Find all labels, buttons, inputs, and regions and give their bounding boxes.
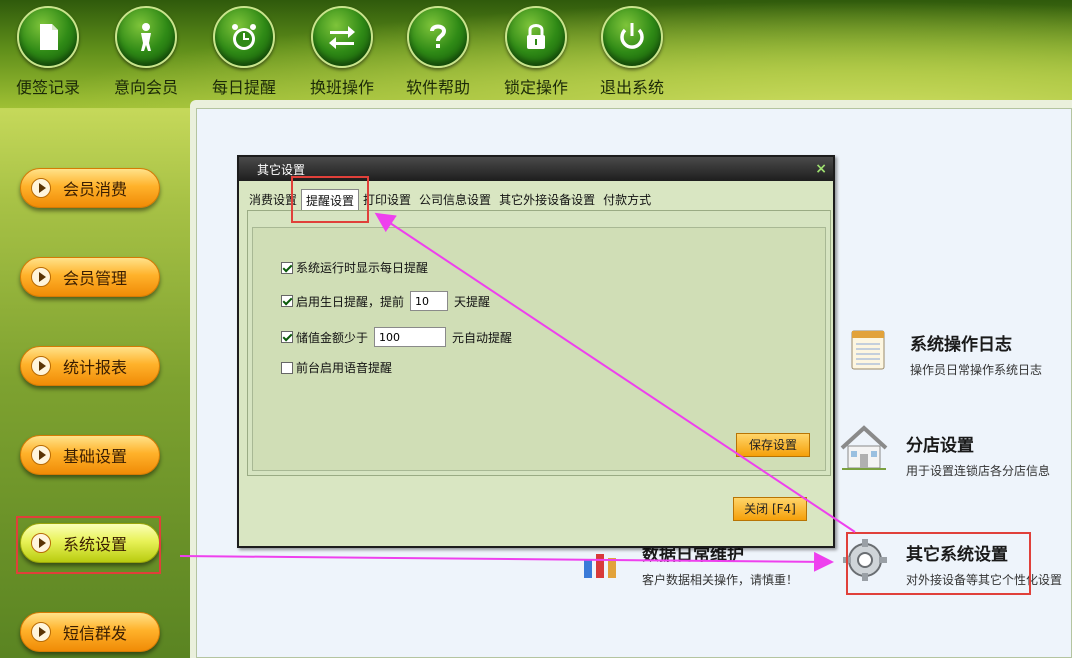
play-icon bbox=[31, 445, 51, 465]
lock-icon bbox=[505, 6, 567, 68]
play-icon bbox=[31, 178, 51, 198]
feature-title: 其它系统设置 bbox=[906, 545, 1008, 565]
notebook-icon bbox=[851, 330, 885, 370]
option-label: 前台启用语音提醒 bbox=[296, 361, 393, 375]
option-suffix: 元自动提醒 bbox=[452, 330, 513, 345]
option-label: 启用生日提醒，提前 bbox=[296, 294, 405, 309]
option-birthday-reminder[interactable]: 启用生日提醒，提前 天提醒 bbox=[281, 291, 490, 311]
toolbar-button-daily-reminder[interactable]: 每日提醒 bbox=[202, 6, 286, 98]
feature-branch-text[interactable]: 分店设置 用于设置连锁店各分店信息 bbox=[906, 431, 1050, 479]
play-icon bbox=[31, 622, 51, 642]
sidebar-item-sms-broadcast[interactable]: 短信群发 bbox=[20, 612, 160, 652]
checkbox[interactable] bbox=[281, 331, 293, 343]
feature-branch[interactable] bbox=[838, 424, 890, 476]
sidebar-item-member-management[interactable]: 会员管理 bbox=[20, 257, 160, 297]
tab-print[interactable]: 打印设置 bbox=[359, 189, 415, 211]
toolbar-button-exit[interactable]: 退出系统 bbox=[590, 6, 674, 98]
top-toolbar: 便签记录 意向会员 每日提醒 换班操作 软件帮助 锁定操作 退出系统 bbox=[0, 0, 1072, 108]
feature-other-settings-text[interactable]: 其它系统设置 对外接设备等其它个性化设置 bbox=[906, 540, 1062, 588]
play-icon bbox=[31, 533, 51, 553]
reminder-settings-panel: 系统运行时显示每日提醒 启用生日提醒，提前 天提醒 储值金额少于 元自动提醒 前… bbox=[247, 210, 831, 476]
play-icon bbox=[31, 267, 51, 287]
feature-desc: 客户数据相关操作，请慎重！ bbox=[642, 573, 799, 587]
option-label: 系统运行时显示每日提醒 bbox=[296, 261, 429, 275]
save-settings-button[interactable]: 保存设置 bbox=[736, 433, 810, 457]
feature-system-log-text[interactable]: 系统操作日志 操作员日常操作系统日志 bbox=[910, 330, 1042, 378]
tab-consumption[interactable]: 消费设置 bbox=[245, 189, 301, 211]
toolbar-button-notes[interactable]: 便签记录 bbox=[6, 6, 90, 98]
dialog-tabs: 消费设置 提醒设置 打印设置 公司信息设置 其它外接设备设置 付款方式 bbox=[245, 189, 655, 211]
option-balance-reminder[interactable]: 储值金额少于 元自动提醒 bbox=[281, 327, 512, 347]
sidebar-item-system-settings[interactable]: 系统设置 bbox=[20, 523, 160, 563]
swap-arrows-icon bbox=[311, 6, 373, 68]
sidebar-item-member-consumption[interactable]: 会员消费 bbox=[20, 168, 160, 208]
option-label: 储值金额少于 bbox=[296, 330, 369, 345]
toolbar-button-lock[interactable]: 锁定操作 bbox=[494, 6, 578, 98]
feature-system-log[interactable] bbox=[850, 328, 886, 374]
help-icon bbox=[407, 6, 469, 68]
gear-icon bbox=[843, 539, 887, 581]
tab-payment-methods[interactable]: 付款方式 bbox=[599, 189, 655, 211]
notepad-icon bbox=[17, 6, 79, 68]
toolbar-button-shift-change[interactable]: 换班操作 bbox=[300, 6, 384, 98]
dialog-titlebar[interactable]: 其它设置 × bbox=[239, 157, 833, 181]
feature-desc: 操作员日常操作系统日志 bbox=[910, 363, 1043, 377]
checkbox[interactable] bbox=[281, 261, 293, 274]
option-suffix: 天提醒 bbox=[454, 294, 491, 309]
feature-title: 系统操作日志 bbox=[910, 335, 1012, 355]
other-settings-dialog: 其它设置 × 消费设置 提醒设置 打印设置 公司信息设置 其它外接设备设置 付款… bbox=[237, 155, 835, 548]
feature-desc: 用于设置连锁店各分店信息 bbox=[906, 464, 1051, 478]
tab-external-devices[interactable]: 其它外接设备设置 bbox=[495, 189, 599, 211]
feature-data-maintenance[interactable] bbox=[580, 542, 620, 584]
feature-desc: 对外接设备等其它个性化设置 bbox=[906, 573, 1063, 587]
reminder-options-group: 系统运行时显示每日提醒 启用生日提醒，提前 天提醒 储值金额少于 元自动提醒 前… bbox=[252, 227, 826, 471]
close-button[interactable]: 关闭 [F4] bbox=[733, 497, 807, 521]
checkbox[interactable] bbox=[281, 361, 293, 374]
sidebar-item-reports[interactable]: 统计报表 bbox=[20, 346, 160, 386]
tab-company-info[interactable]: 公司信息设置 bbox=[415, 189, 495, 211]
feature-other-settings[interactable] bbox=[842, 538, 888, 586]
power-icon bbox=[601, 6, 663, 68]
sidebar-item-basic-settings[interactable]: 基础设置 bbox=[20, 435, 160, 475]
feature-title: 分店设置 bbox=[906, 436, 974, 456]
tab-reminder[interactable]: 提醒设置 bbox=[301, 189, 360, 211]
play-icon bbox=[31, 356, 51, 376]
option-daily-reminder[interactable]: 系统运行时显示每日提醒 bbox=[281, 259, 428, 276]
option-voice-reminder[interactable]: 前台启用语音提醒 bbox=[281, 359, 392, 376]
toolbar-button-prospects[interactable]: 意向会员 bbox=[104, 6, 188, 98]
toolbar-button-help[interactable]: 软件帮助 bbox=[396, 6, 480, 98]
balance-threshold-input[interactable] bbox=[374, 327, 447, 347]
birthday-days-input[interactable] bbox=[410, 291, 449, 311]
person-icon bbox=[115, 6, 177, 68]
sidebar: 会员消费 会员管理 统计报表 基础设置 系统设置 短信群发 bbox=[0, 108, 190, 658]
house-icon bbox=[840, 425, 888, 470]
close-icon[interactable]: × bbox=[815, 161, 827, 177]
checkbox[interactable] bbox=[281, 295, 293, 307]
alarm-clock-icon bbox=[213, 6, 275, 68]
dialog-title: 其它设置 bbox=[257, 162, 306, 177]
